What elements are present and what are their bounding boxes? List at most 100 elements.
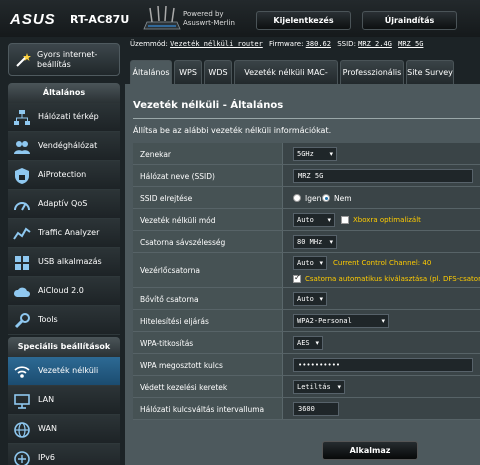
mode-link[interactable]: Vezeték nélküli router xyxy=(170,40,263,48)
settings-row-rekey: Hálózati kulcsváltás intervalluma 3600 xyxy=(133,398,480,420)
rekey-input[interactable]: 3600 xyxy=(293,402,339,416)
sidebar-item-network-map[interactable]: Hálózati térkép xyxy=(8,103,120,132)
hide-ssid-no-label: Nem xyxy=(334,194,352,203)
page-description: Állítsa be az alábbi vezeték nélküli inf… xyxy=(133,126,332,135)
lan-icon xyxy=(14,394,30,409)
pmf-select[interactable]: Letiltás ▾ xyxy=(293,380,345,394)
xbox-optimized-label: Xboxra optimalizált xyxy=(353,216,421,224)
wan-icon xyxy=(14,422,30,438)
settings-row-ext-channel: Bővítő csatorna Auto ▾ xyxy=(133,288,480,310)
sidebar-item-label: Adaptív QoS xyxy=(38,199,88,208)
apply-button[interactable]: Alkalmaz xyxy=(322,441,418,460)
mode-label: Vezeték nélküli mód xyxy=(140,216,216,225)
sidebar: Gyors internet-beállítás Általános Hálóz… xyxy=(0,37,125,465)
chevron-down-icon: ▾ xyxy=(381,317,385,325)
general-menu: Hálózati térkép Vendéghálózat AiProtecti… xyxy=(8,103,120,335)
logout-button[interactable]: Kijelentkezés xyxy=(256,11,351,30)
tab-wds[interactable]: WDS xyxy=(204,60,232,84)
ext-channel-select[interactable]: Auto ▾ xyxy=(293,292,327,306)
encryption-label: WPA-titkosítás xyxy=(140,339,194,348)
settings-row-encryption: WPA-titkosítás AES ▾ xyxy=(133,332,480,354)
reboot-button[interactable]: Újraindítás xyxy=(362,11,457,30)
auto-dfs-checkbox[interactable]: ✓ xyxy=(293,273,301,283)
ssid-label: Hálózat neve (SSID) xyxy=(140,172,215,181)
ext-channel-label: Bővítő csatorna xyxy=(140,295,199,304)
settings-row-mode: Vezeték nélküli mód Auto ▾ Xboxra optimal… xyxy=(133,209,480,231)
settings-row-bandwidth: Csatorna sávszélesség 80 MHz ▾ xyxy=(133,231,480,253)
encryption-value: AES xyxy=(297,339,310,347)
firmware-link[interactable]: 380.62 xyxy=(306,40,331,48)
band-select[interactable]: 5GHz ▾ xyxy=(293,147,337,161)
sidebar-item-usb[interactable]: USB alkalmazás xyxy=(8,248,120,277)
sidebar-item-tools[interactable]: Tools xyxy=(8,306,120,335)
auth-value: WPA2-Personal xyxy=(297,317,352,325)
control-channel-label: Vezérlőcsatorna xyxy=(140,266,200,275)
settings-table: Zenekar 5GHz ▾ Hálózat neve (SSID) MRZ 5G… xyxy=(133,143,480,420)
firmware-brand: Asuswrt-Merlin xyxy=(183,19,235,27)
tab-general[interactable]: Általános xyxy=(130,60,172,84)
auto-dfs-label: Csatorna automatikus kiválasztása (pl. D… xyxy=(305,275,480,283)
settings-row-psk: WPA megosztott kulcs •••••••••• xyxy=(133,354,480,376)
ssid-5-link[interactable]: MRZ 5G xyxy=(398,40,423,48)
control-channel-value: Auto xyxy=(297,259,314,267)
top-header: ASUS RT-AC87U Powered by Asuswrt-Merlin … xyxy=(0,0,480,37)
ssid-label: SSID: xyxy=(337,40,356,48)
chevron-down-icon: ▾ xyxy=(319,295,323,303)
powered-by: Powered by Asuswrt-Merlin xyxy=(183,10,235,28)
network-map-icon xyxy=(14,110,30,125)
qos-icon xyxy=(14,202,30,211)
ssid-24-link[interactable]: MRZ 2.4G xyxy=(358,40,392,48)
bandwidth-select[interactable]: 80 MHz ▾ xyxy=(293,235,337,249)
hide-ssid-no-radio[interactable] xyxy=(322,194,330,202)
sidebar-item-adaptive-qos[interactable]: Adaptív QoS xyxy=(8,190,120,219)
tab-professional[interactable]: Professzionális xyxy=(340,60,404,84)
status-bar: Üzemmód: Vezeték nélküli router Firmware… xyxy=(130,40,480,54)
band-label: Zenekar xyxy=(140,150,172,159)
sidebar-item-ipv6[interactable]: IPv6 xyxy=(8,444,120,465)
page-title: Vezeték nélküli - Általános xyxy=(133,100,284,111)
tools-icon xyxy=(14,313,30,329)
ssid-input[interactable]: MRZ 5G xyxy=(293,169,473,183)
sidebar-item-wireless[interactable]: Vezeték nélküli xyxy=(8,357,120,386)
asus-logo: ASUS xyxy=(10,11,56,28)
sidebar-item-label: USB alkalmazás xyxy=(38,257,102,266)
quick-setup-label: Gyors internet-beállítás xyxy=(37,50,98,69)
sidebar-item-traffic-analyzer[interactable]: Traffic Analyzer xyxy=(8,219,120,248)
mode-value: Auto xyxy=(297,216,314,224)
tab-mac-filter[interactable]: Vezeték nélküli MAC-szűrő xyxy=(234,60,338,101)
band-value: 5GHz xyxy=(297,150,314,158)
chevron-down-icon: ▾ xyxy=(337,383,341,391)
router-model: RT-AC87U xyxy=(70,13,130,26)
mode-select[interactable]: Auto ▾ xyxy=(293,213,335,227)
psk-input[interactable]: •••••••••• xyxy=(293,358,473,372)
general-section-title: Általános xyxy=(8,83,120,103)
quick-setup-button[interactable]: Gyors internet-beállítás xyxy=(8,43,120,76)
settings-row-hide-ssid: SSID elrejtése Igen Nem xyxy=(133,187,480,209)
tab-site-survey[interactable]: Site Survey xyxy=(406,60,454,84)
tab-wps[interactable]: WPS xyxy=(174,60,202,84)
settings-row-pmf: Védett kezelési keretek Letiltás ▾ xyxy=(133,376,480,398)
xbox-optimized-checkbox[interactable] xyxy=(341,216,349,224)
aiprotection-icon xyxy=(15,168,29,184)
hide-ssid-yes-radio[interactable] xyxy=(293,194,301,202)
bandwidth-label: Csatorna sávszélesség xyxy=(140,238,226,247)
traffic-analyzer-icon xyxy=(13,227,31,240)
hide-ssid-yes-label: Igen xyxy=(305,194,322,203)
sidebar-item-guest-network[interactable]: Vendéghálózat xyxy=(8,132,120,161)
sidebar-item-label: WAN xyxy=(38,424,57,433)
firmware-label: Firmware: xyxy=(269,40,304,48)
sidebar-item-lan[interactable]: LAN xyxy=(8,386,120,415)
sidebar-item-label: Hálózati térkép xyxy=(38,112,99,121)
sidebar-item-aicloud[interactable]: AiCloud 2.0 xyxy=(8,277,120,306)
sidebar-item-label: Tools xyxy=(38,315,58,324)
sidebar-item-wan[interactable]: WAN xyxy=(8,415,120,444)
sidebar-item-aiprotection[interactable]: AiProtection xyxy=(8,161,120,190)
chevron-down-icon: ▾ xyxy=(329,150,333,158)
aicloud-icon xyxy=(13,287,30,297)
encryption-select[interactable]: AES ▾ xyxy=(293,336,323,350)
sidebar-item-label: Traffic Analyzer xyxy=(38,228,100,237)
control-channel-select[interactable]: Auto ▾ xyxy=(293,256,327,270)
auth-select[interactable]: WPA2-Personal ▾ xyxy=(293,314,389,328)
settings-row-band: Zenekar 5GHz ▾ xyxy=(133,143,480,165)
ext-channel-value: Auto xyxy=(297,295,314,303)
